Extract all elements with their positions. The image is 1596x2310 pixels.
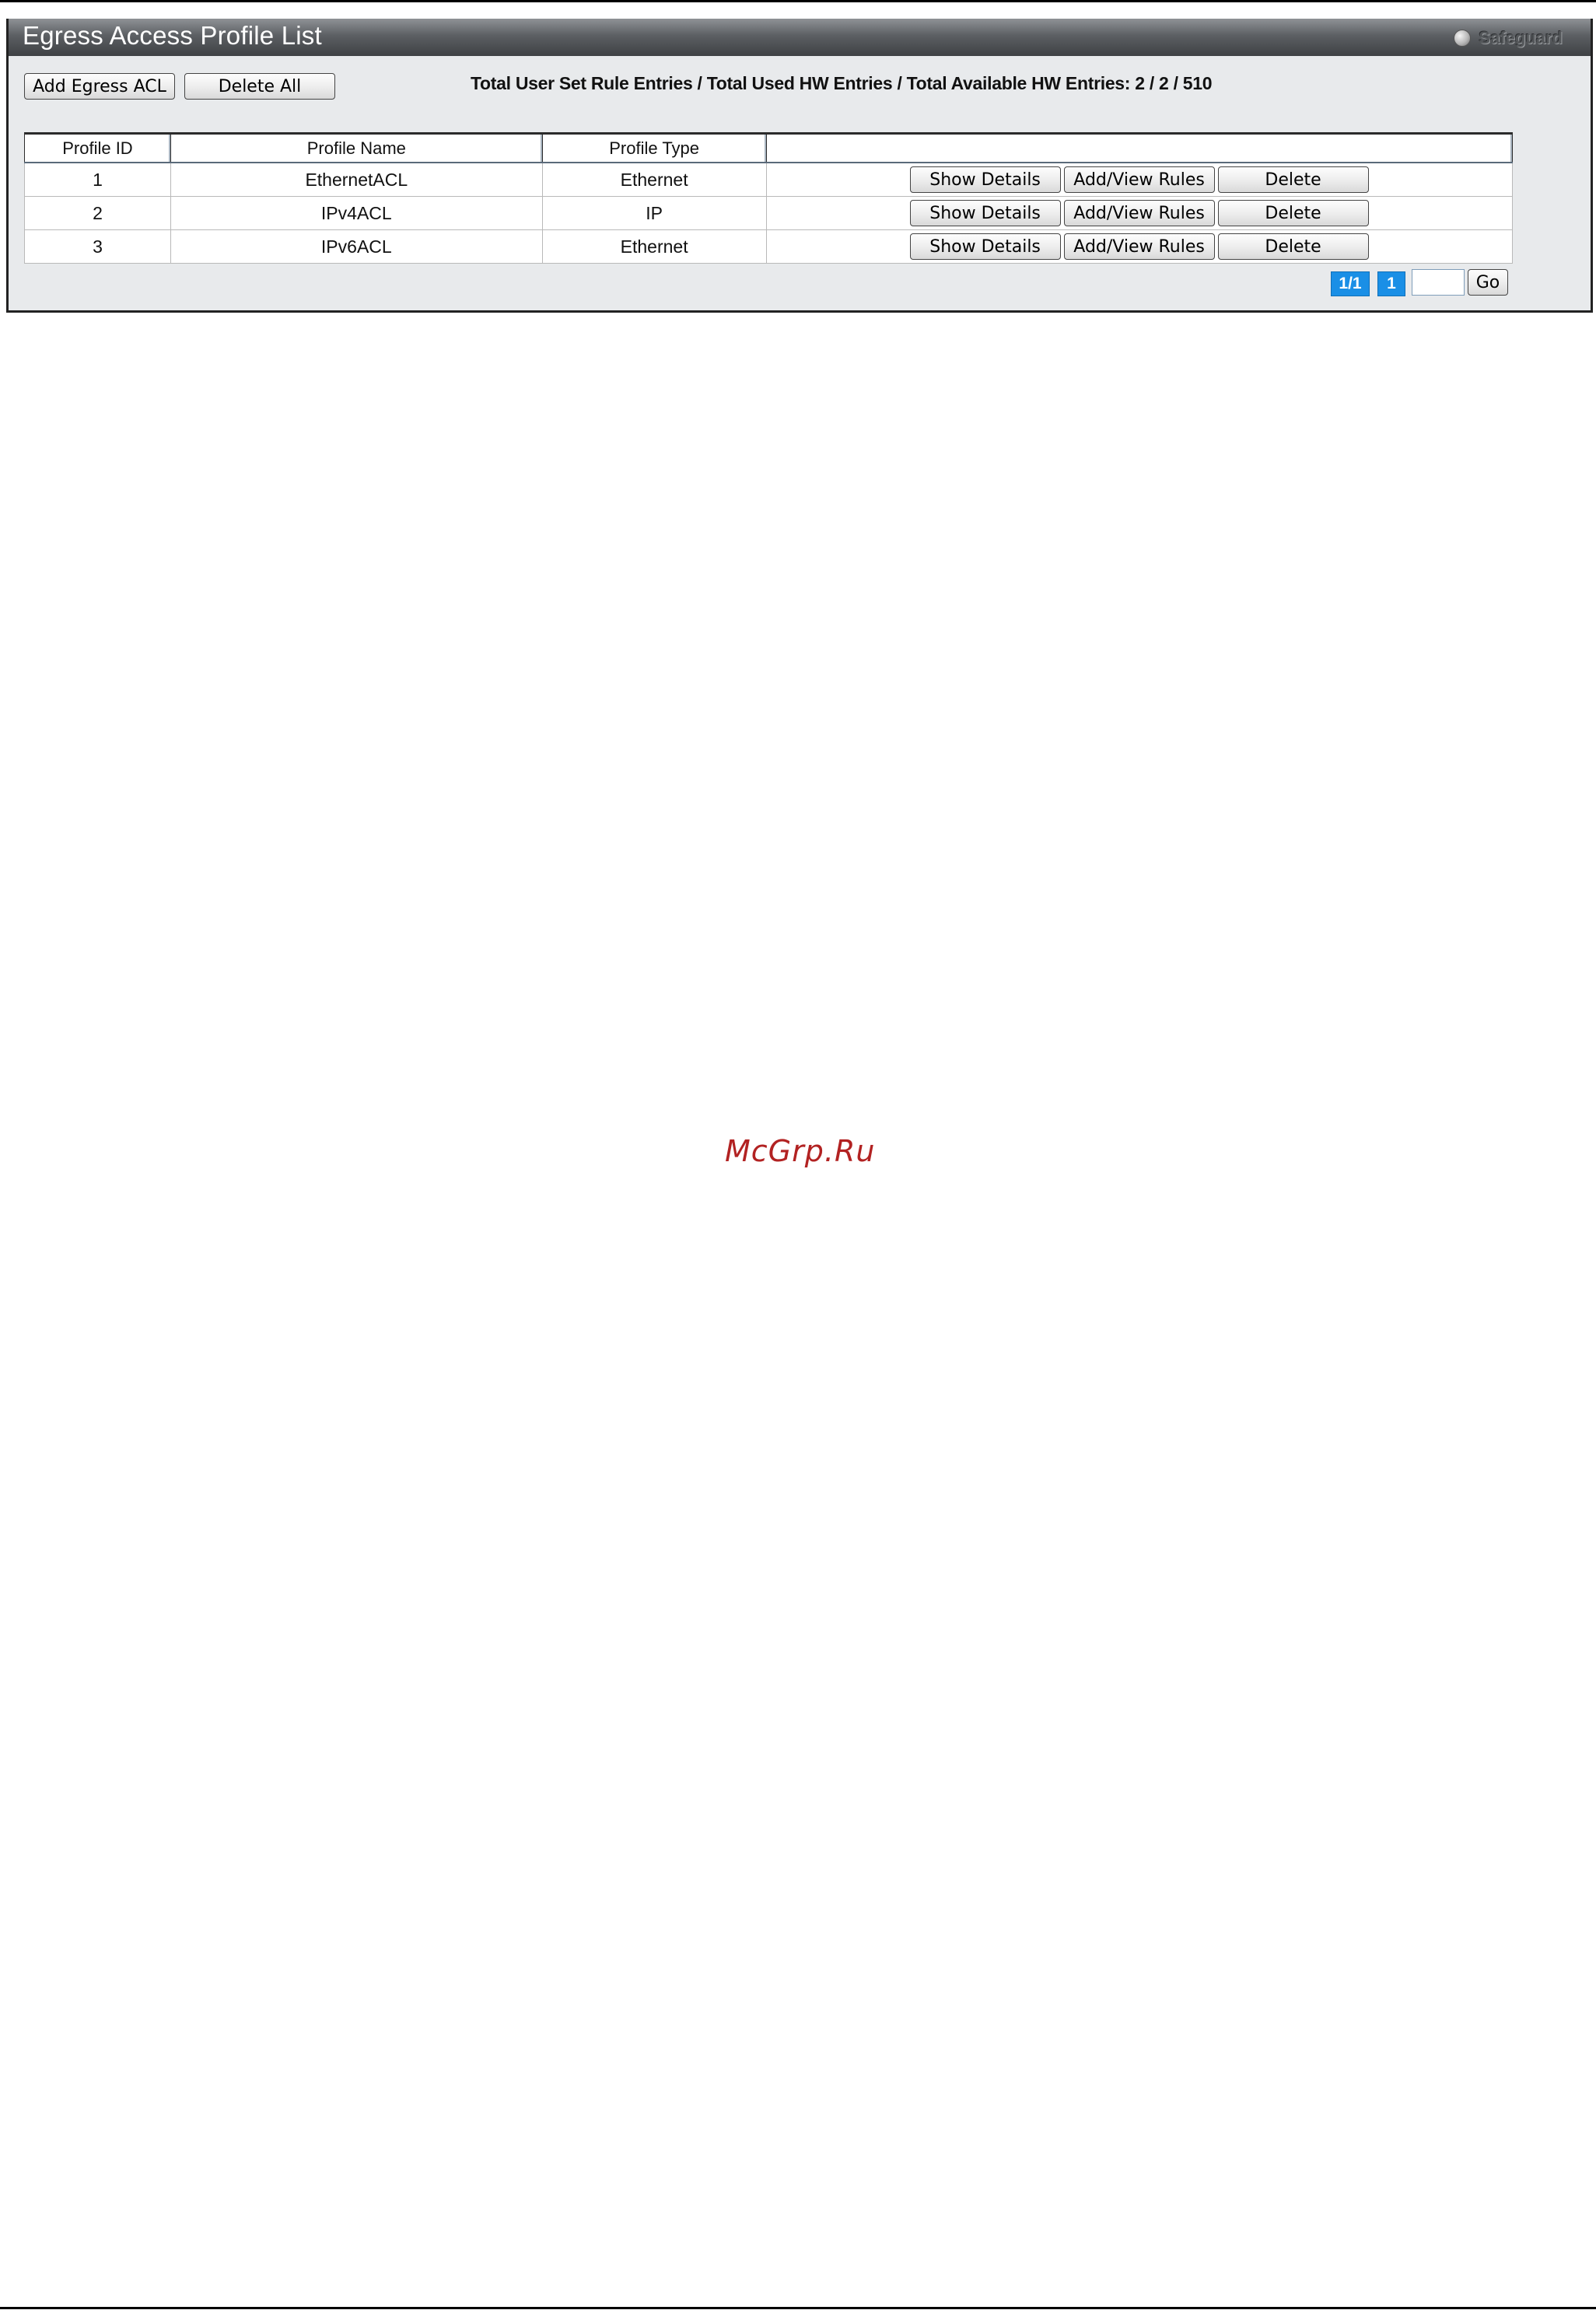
top-rule — [0, 0, 1596, 2]
profile-id-cell: 3 — [24, 229, 171, 264]
column-header-profile-type: Profile Type — [541, 132, 767, 163]
hw-entries-summary: Total User Set Rule Entries / Total Used… — [471, 73, 1213, 93]
profile-type-cell: IP — [541, 196, 767, 230]
column-header-profile-name: Profile Name — [170, 132, 543, 163]
profile-type-cell: Ethernet — [541, 229, 767, 264]
add-view-rules-button[interactable]: Add/View Rules — [1063, 166, 1215, 193]
table-row: 2 IPv4ACL IP Show Details Add/View Rules… — [24, 196, 1514, 230]
profile-id-cell: 2 — [24, 196, 171, 230]
watermark-text: McGrp.Ru — [725, 1134, 876, 1168]
page: Egress Access Profile List Safeguard Add… — [0, 0, 1596, 2310]
go-button[interactable]: Go — [1468, 269, 1508, 296]
profile-name-cell: IPv4ACL — [170, 196, 543, 230]
profile-table: Profile ID Profile Name Profile Type 1 E… — [24, 132, 1514, 264]
profile-name-cell: EthernetACL — [170, 162, 543, 197]
show-details-button[interactable]: Show Details — [909, 233, 1061, 260]
page-number-input[interactable] — [1412, 269, 1465, 296]
table-row: 3 IPv6ACL Ethernet Show Details Add/View… — [24, 229, 1514, 264]
table-header-row: Profile ID Profile Name Profile Type — [24, 132, 1514, 163]
page-info-badge: 1/1 — [1331, 271, 1370, 296]
delete-all-button[interactable]: Delete All — [184, 73, 335, 100]
profile-name-cell: IPv6ACL — [170, 229, 543, 264]
delete-button[interactable]: Delete — [1217, 166, 1369, 193]
add-view-rules-button[interactable]: Add/View Rules — [1063, 233, 1215, 260]
panel-title: Egress Access Profile List — [23, 21, 322, 50]
column-header-profile-id: Profile ID — [24, 132, 171, 163]
safeguard-indicator: Safeguard — [1454, 27, 1563, 49]
show-details-button[interactable]: Show Details — [909, 200, 1061, 226]
page-number-1[interactable]: 1 — [1377, 271, 1405, 296]
profile-type-cell: Ethernet — [541, 162, 767, 197]
actions-cell: Show Details Add/View Rules Delete — [765, 229, 1514, 264]
add-view-rules-button[interactable]: Add/View Rules — [1063, 200, 1215, 226]
add-egress-acl-button[interactable]: Add Egress ACL — [24, 73, 175, 100]
safeguard-status-icon — [1454, 30, 1472, 47]
actions-cell: Show Details Add/View Rules Delete — [765, 162, 1514, 197]
delete-button[interactable]: Delete — [1217, 233, 1369, 260]
profile-id-cell: 1 — [24, 162, 171, 197]
egress-access-profile-panel: Egress Access Profile List Safeguard Add… — [6, 19, 1593, 313]
show-details-button[interactable]: Show Details — [909, 166, 1061, 193]
actions-cell: Show Details Add/View Rules Delete — [765, 196, 1514, 230]
column-header-actions — [765, 132, 1514, 163]
safeguard-label: Safeguard — [1479, 28, 1563, 47]
table-row: 1 EthernetACL Ethernet Show Details Add/… — [24, 162, 1514, 197]
panel-titlebar: Egress Access Profile List Safeguard — [9, 19, 1591, 56]
delete-button[interactable]: Delete — [1217, 200, 1369, 226]
bottom-rule — [0, 2307, 1596, 2309]
